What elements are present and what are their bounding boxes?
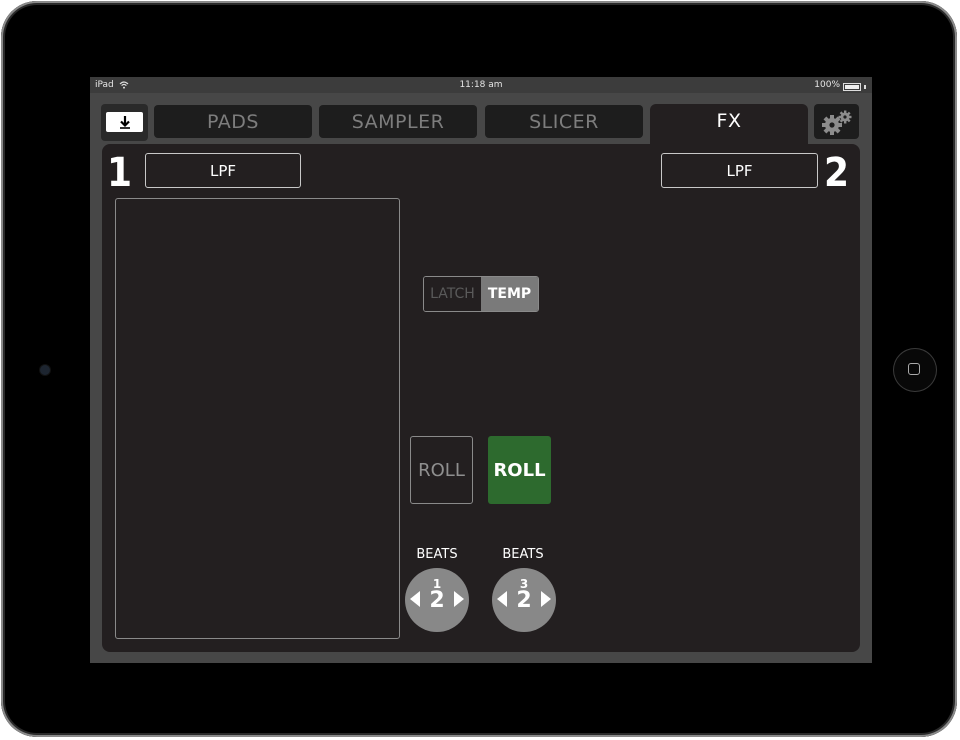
beats-label-left: BEATS xyxy=(416,547,458,562)
xy-pad[interactable] xyxy=(115,198,400,639)
tab-sampler[interactable]: SAMPLER xyxy=(319,105,477,138)
fx-panel: 1 LPF LPF 2 LATCH TEMP ROLL ROLL BEATS 1… xyxy=(102,144,860,652)
download-button[interactable] xyxy=(101,104,148,141)
tab-fx[interactable]: FX xyxy=(650,104,808,148)
download-icon xyxy=(119,116,130,129)
battery-icon xyxy=(843,83,861,91)
gear-icon xyxy=(821,110,851,135)
beats-knob-right[interactable]: 3 2 xyxy=(492,568,556,632)
tab-bar: PADS SAMPLER SLICER FX xyxy=(90,93,872,148)
ipad-device: iPad 11:18 am 100% PADS SAMPLER SLICER F… xyxy=(1,1,957,737)
roll-button-right[interactable]: ROLL xyxy=(488,436,551,504)
camera-icon xyxy=(40,365,50,375)
home-button[interactable] xyxy=(893,348,937,392)
battery-percent: 100% xyxy=(814,80,840,90)
deck-1-effect-select[interactable]: LPF xyxy=(145,153,301,188)
beats-left-increase-icon[interactable] xyxy=(454,591,464,607)
beats-label-right: BEATS xyxy=(502,547,544,562)
tab-pads[interactable]: PADS xyxy=(154,105,312,138)
roll-button-left[interactable]: ROLL xyxy=(410,436,473,504)
status-time: 11:18 am xyxy=(459,80,503,90)
beats-knob-left[interactable]: 1 2 xyxy=(405,568,469,632)
deck-1-number: 1 xyxy=(107,150,133,196)
status-bar: iPad 11:18 am 100% xyxy=(90,77,872,93)
temp-option[interactable]: TEMP xyxy=(481,277,538,311)
tab-slicer[interactable]: SLICER xyxy=(485,105,643,138)
settings-button[interactable] xyxy=(814,104,859,139)
deck-2-effect-select[interactable]: LPF xyxy=(661,153,818,188)
latch-temp-toggle[interactable]: LATCH TEMP xyxy=(423,276,539,312)
home-square-icon xyxy=(908,363,920,375)
app-screen: iPad 11:18 am 100% PADS SAMPLER SLICER F… xyxy=(90,77,872,663)
beats-right-increase-icon[interactable] xyxy=(541,591,551,607)
deck-2-number: 2 xyxy=(824,150,850,196)
latch-option[interactable]: LATCH xyxy=(424,277,481,311)
